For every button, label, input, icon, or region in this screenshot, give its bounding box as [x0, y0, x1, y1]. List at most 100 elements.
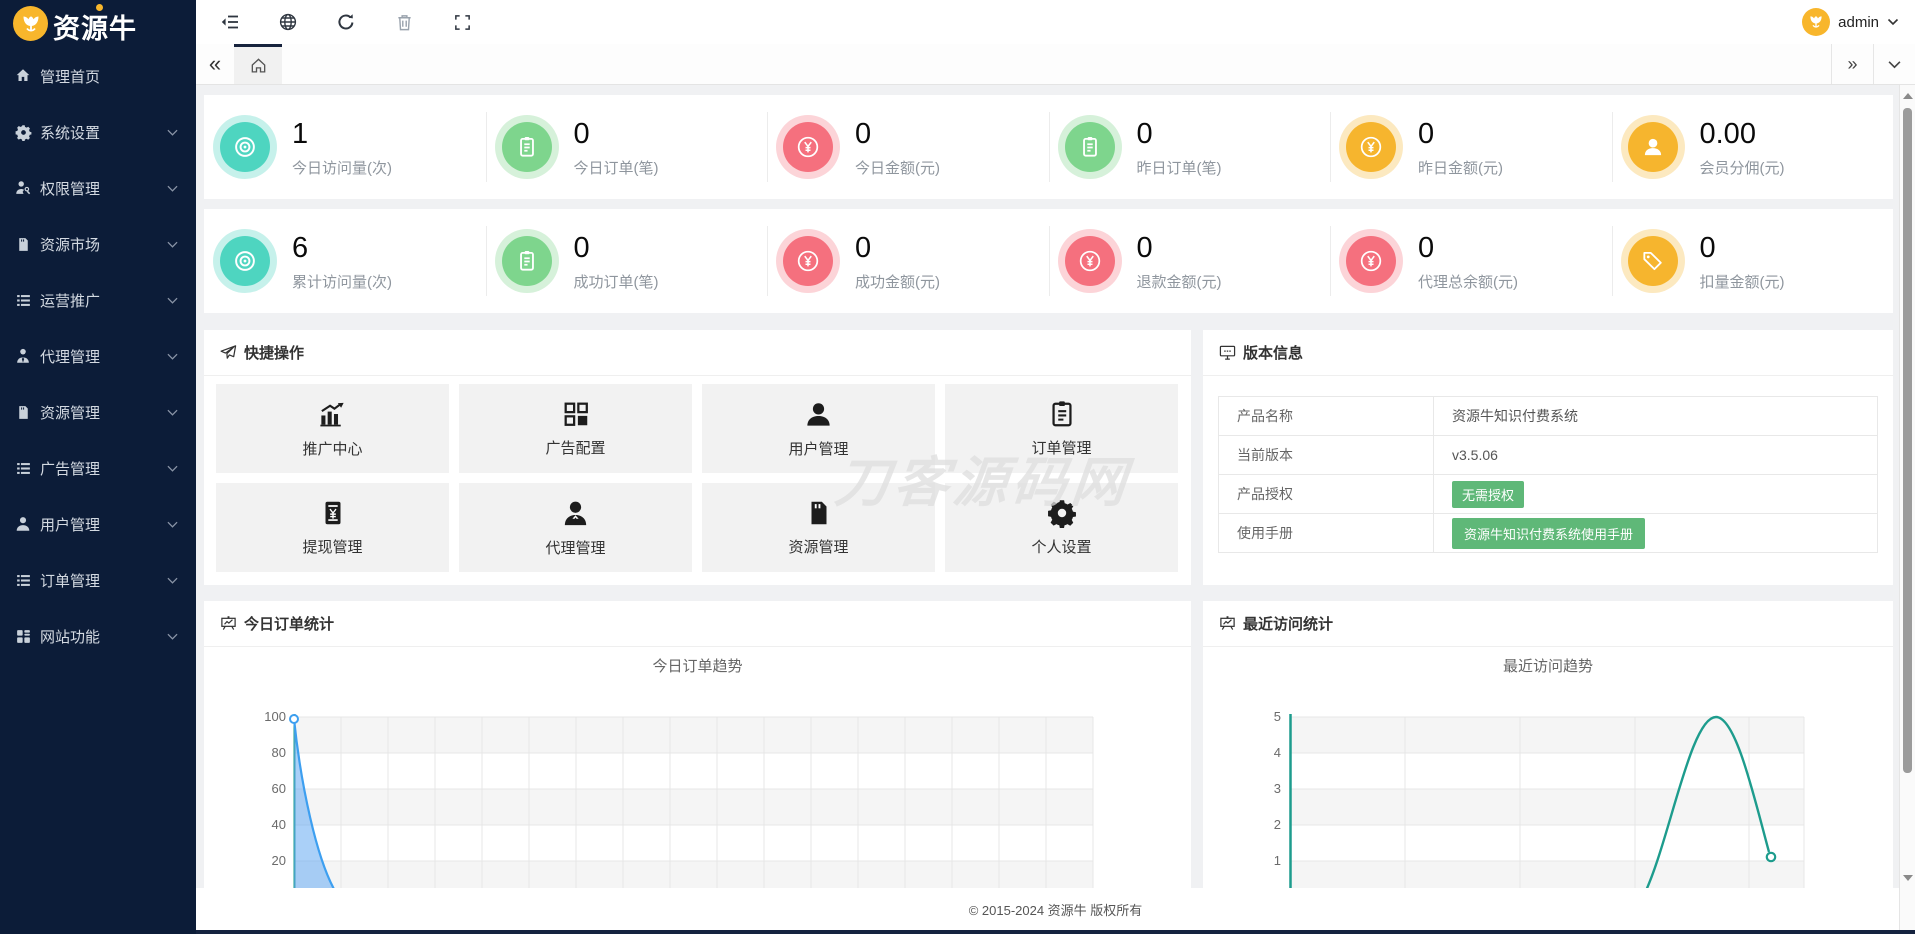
- quick-tile-order-mgmt[interactable]: 订单管理: [945, 384, 1178, 473]
- bookmark-icon: [804, 498, 834, 528]
- stat-today-visits: 1 今日访问量(次): [204, 95, 486, 199]
- sidebar-item-label: 权限管理: [40, 178, 100, 199]
- panel-header: 今日订单统计: [204, 601, 1191, 647]
- sidebar-item-operations[interactable]: 运营推广: [0, 272, 196, 328]
- sidebar-item-users[interactable]: 用户管理: [0, 496, 196, 552]
- user-icon: [14, 515, 32, 533]
- stat-label: 扣量金额(元): [1700, 271, 1785, 292]
- user-menu[interactable]: admin: [1802, 0, 1899, 44]
- yen-circle-icon: [783, 236, 833, 286]
- table-row: 使用手册 资源牛知识付费系统使用手册: [1219, 514, 1877, 553]
- copyright-text: © 2015-2024 资源牛 版权所有: [969, 900, 1143, 919]
- y-tick: 60: [204, 781, 286, 796]
- table-row: 产品名称 资源牛知识付费系统: [1219, 397, 1877, 436]
- stat-label: 今日访问量(次): [292, 157, 392, 178]
- recent-visits-chart-panel: 最近访问统计 最近访问趋势: [1203, 601, 1893, 888]
- sidebar-item-resource-market[interactable]: 资源市场: [0, 216, 196, 272]
- chevron-down-icon: [167, 353, 178, 360]
- tile-label: 订单管理: [1031, 437, 1091, 458]
- stat-label: 今日订单(笔): [574, 157, 659, 178]
- version-info-panel: 版本信息 产品名称 资源牛知识付费系统 当前版本 v3.5.06 产品授权 无需…: [1203, 330, 1893, 585]
- sidebar-item-site-features[interactable]: 网站功能: [0, 608, 196, 664]
- refresh-icon[interactable]: [334, 10, 358, 34]
- tabs-scroll-left-icon[interactable]: «: [196, 44, 234, 84]
- panel-title: 今日订单统计: [244, 613, 334, 634]
- fullscreen-icon[interactable]: [450, 10, 474, 34]
- y-tick: 3: [1203, 781, 1281, 796]
- chevron-down-icon: [167, 521, 178, 528]
- stat-success-orders: 0成功订单(笔): [486, 209, 768, 313]
- sidebar-item-home[interactable]: 管理首页: [0, 48, 196, 104]
- scroll-down-icon[interactable]: [1903, 875, 1913, 881]
- app-title: 资源牛: [53, 7, 137, 46]
- scroll-up-icon[interactable]: [1903, 93, 1913, 99]
- stat-value: 0: [1418, 231, 1518, 265]
- vertical-scrollbar[interactable]: [1899, 85, 1915, 930]
- tabbar: « »: [196, 44, 1915, 85]
- chart-line-icon: [317, 399, 348, 430]
- sidebar-item-label: 资源管理: [40, 402, 100, 423]
- footer: © 2015-2024 资源牛 版权所有: [196, 888, 1915, 930]
- sidebar-item-agents[interactable]: 代理管理: [0, 328, 196, 384]
- sidebar-item-orders[interactable]: 订单管理: [0, 552, 196, 608]
- quick-tile-withdrawals[interactable]: 提现管理: [216, 483, 449, 572]
- user-icon: [803, 399, 834, 430]
- tag-icon: [1628, 236, 1678, 286]
- chevron-down-icon: [167, 185, 178, 192]
- panel-header: 最近访问统计: [1203, 601, 1893, 647]
- yen-circle-icon: [1346, 236, 1396, 286]
- panel-title: 版本信息: [1243, 342, 1303, 363]
- tabs-menu-icon[interactable]: [1873, 44, 1915, 84]
- stat-label: 会员分佣(元): [1700, 157, 1785, 178]
- clipboard-icon: [502, 236, 552, 286]
- stat-value: 6: [292, 231, 392, 265]
- stat-value: 1: [292, 117, 392, 151]
- stat-member-commission: 0.00会员分佣(元): [1612, 95, 1894, 199]
- sidebar-item-permissions[interactable]: 权限管理: [0, 160, 196, 216]
- today-orders-chart: [204, 647, 1191, 888]
- scrollbar-thumb[interactable]: [1903, 108, 1912, 773]
- avatar: [1802, 8, 1830, 36]
- sidebar-item-ads[interactable]: 广告管理: [0, 440, 196, 496]
- chevron-down-icon: [1887, 18, 1899, 26]
- sidebar-menu: 管理首页 系统设置 权限管理 资源市场 运营推广: [0, 48, 196, 664]
- dashboard-screen: 资源牛 管理首页 系统设置 权限管理 资源市场: [0, 0, 1915, 934]
- chevron-down-icon: [167, 465, 178, 472]
- app-logo[interactable]: 资源牛: [0, 0, 196, 48]
- user-key-icon: [14, 179, 32, 197]
- grid-icon: [14, 627, 32, 645]
- menu-fold-icon[interactable]: [218, 10, 242, 34]
- tile-label: 提现管理: [302, 536, 362, 557]
- recent-visits-chart: [1203, 647, 1893, 888]
- quick-tile-resource-mgmt[interactable]: 资源管理: [702, 483, 935, 572]
- tile-label: 代理管理: [545, 537, 605, 558]
- stat-label: 退款金额(元): [1137, 271, 1222, 292]
- gear-icon: [1047, 498, 1077, 528]
- chart-body: 今日订单趋势: [204, 647, 1191, 888]
- quick-tile-user-mgmt[interactable]: 用户管理: [702, 384, 935, 473]
- trash-icon[interactable]: [392, 10, 416, 34]
- user-tie-icon: [14, 347, 32, 365]
- quick-tile-ad-config[interactable]: 广告配置: [459, 384, 692, 473]
- globe-icon[interactable]: [276, 10, 300, 34]
- username: admin: [1838, 14, 1879, 31]
- chart-board-icon: [1219, 615, 1236, 632]
- quick-tile-agent-mgmt[interactable]: 代理管理: [459, 483, 692, 572]
- user-tie-icon: [560, 498, 591, 529]
- quick-tile-promotion[interactable]: 推广中心: [216, 384, 449, 473]
- gear-icon: [14, 123, 32, 141]
- sidebar-item-resources[interactable]: 资源管理: [0, 384, 196, 440]
- yen-circle-icon: [1346, 122, 1396, 172]
- clipboard-icon: [1065, 122, 1115, 172]
- monitor-icon: [1219, 344, 1236, 361]
- sidebar-item-label: 网站功能: [40, 626, 100, 647]
- sidebar-item-label: 用户管理: [40, 514, 100, 535]
- sidebar-item-system-settings[interactable]: 系统设置: [0, 104, 196, 160]
- quick-tile-personal-settings[interactable]: 个人设置: [945, 483, 1178, 572]
- tabs-scroll-right-icon[interactable]: »: [1831, 44, 1873, 84]
- list-icon: [14, 291, 32, 309]
- manual-link-badge[interactable]: 资源牛知识付费系统使用手册: [1452, 518, 1645, 549]
- eye-icon: [220, 122, 270, 172]
- stat-label: 昨日金额(元): [1418, 157, 1503, 178]
- tab-home[interactable]: [234, 44, 282, 84]
